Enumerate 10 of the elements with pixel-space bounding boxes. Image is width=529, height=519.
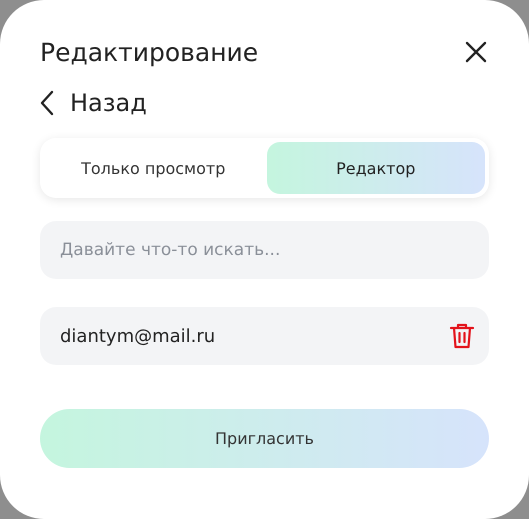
trash-icon[interactable] [449, 322, 475, 350]
mode-tab[interactable]: Только просмотр [44, 142, 262, 194]
close-icon[interactable] [465, 41, 487, 63]
invite-button[interactable]: Пригласить [40, 409, 489, 468]
dialog-title: Редактирование [40, 38, 258, 66]
chevron-left-icon [40, 90, 54, 116]
invitee-email: diantym@mail.ru [60, 326, 216, 346]
back-button[interactable]: Назад [40, 89, 147, 117]
search-field[interactable]: Давайте что-то искать... [40, 221, 489, 279]
mode-tab[interactable]: Редактор [266, 142, 485, 194]
